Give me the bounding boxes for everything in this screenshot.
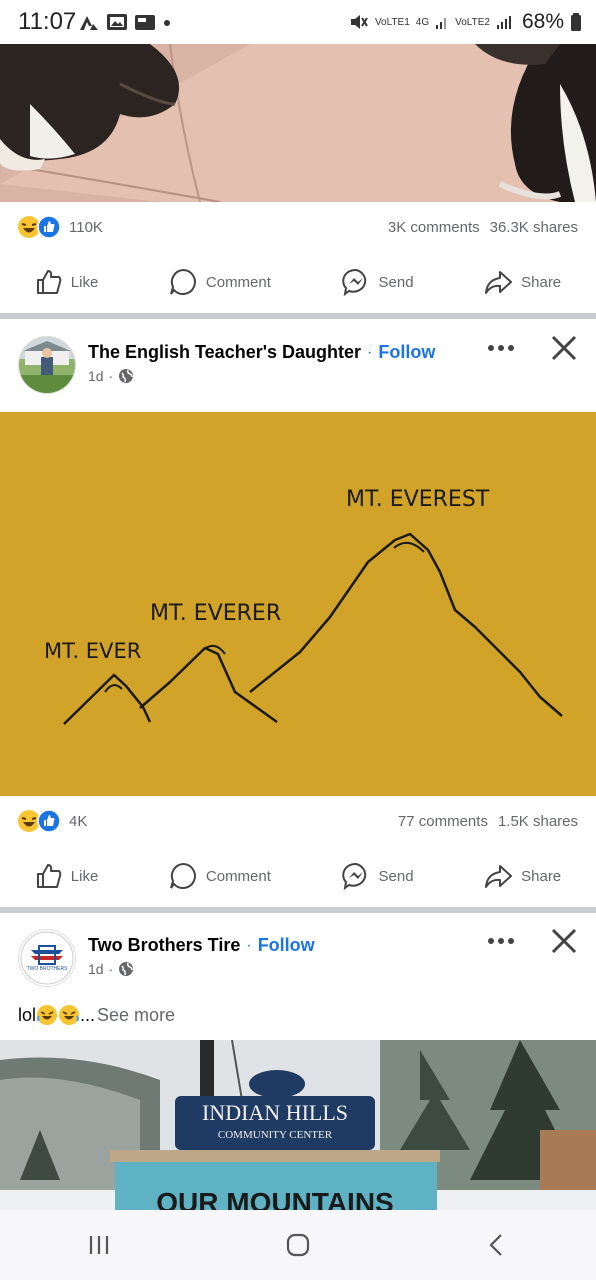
messenger-icon: [341, 268, 366, 297]
rofl-emoji-icon: [59, 1005, 80, 1025]
send-label: Send: [378, 273, 414, 291]
close-icon[interactable]: [550, 927, 578, 955]
avatar[interactable]: [18, 336, 76, 394]
share-button[interactable]: Share: [483, 862, 561, 890]
network-type-label: 4G: [415, 16, 430, 28]
reactions-count: 110K: [69, 218, 103, 236]
comment-button[interactable]: Comment: [168, 267, 271, 297]
share-icon: [485, 865, 513, 888]
like-button[interactable]: Like: [35, 862, 99, 890]
signal-1-icon: [436, 18, 447, 29]
post-caption: lol ... See more: [18, 1004, 175, 1026]
share-label: Share: [521, 273, 562, 291]
post-time: 1d: [88, 368, 104, 384]
post-actions: Like Comment Send Share: [0, 252, 596, 312]
globe-icon: [119, 962, 134, 976]
thumbs-up-icon: [36, 270, 62, 294]
status-time: 11:07: [18, 8, 77, 35]
thumbs-up-icon: [36, 864, 62, 888]
see-more-link[interactable]: See more: [97, 1005, 175, 1026]
comment-icon: [169, 862, 196, 889]
more-options-icon[interactable]: [486, 340, 516, 356]
mountain-label-1: MT. EVER: [44, 639, 141, 663]
globe-icon: [119, 369, 134, 383]
separator-dot: ·: [246, 936, 252, 954]
comments-count[interactable]: 3K comments: [388, 219, 480, 236]
shares-count[interactable]: 36.3K shares: [490, 219, 578, 236]
battery-icon: [571, 13, 581, 31]
more-options-icon[interactable]: [486, 933, 516, 949]
mountain-label-2: MT. EVERER: [150, 601, 281, 626]
share-label: Share: [521, 867, 562, 885]
author-name[interactable]: The English Teacher's Daughter: [88, 342, 361, 363]
back-icon[interactable]: [483, 1231, 511, 1259]
caption-ellipsis: ...: [80, 1004, 96, 1025]
shares-count[interactable]: 1.5K shares: [498, 813, 578, 830]
caption-text: lol: [18, 1004, 37, 1025]
share-button[interactable]: Share: [483, 268, 561, 296]
status-bar: 11:07 VoLTE1 4G VoLTE2 68%: [0, 0, 596, 44]
follow-button[interactable]: Follow: [378, 342, 435, 363]
post-header: The English Teacher's Daughter · Follow …: [0, 320, 596, 408]
avatar[interactable]: TWO BROTHERS: [18, 929, 76, 987]
post-actions: Like Comment Send Share: [0, 846, 596, 906]
post-image[interactable]: INDIAN HILLS COMMUNITY CENTER OUR MOUNTA…: [0, 1040, 596, 1210]
like-reaction-icon: [37, 215, 61, 239]
follow-button[interactable]: Follow: [258, 935, 315, 956]
messenger-icon: [341, 862, 366, 891]
rofl-emoji-icon: [37, 1005, 58, 1025]
sign-line-2: COMMUNITY CENTER: [218, 1129, 333, 1141]
network-2-label: VoLTE2: [455, 16, 490, 28]
sign-line-1: INDIAN HILLS: [202, 1100, 348, 1125]
network-1-label: VoLTE1: [374, 16, 410, 28]
battery-percent: 68%: [521, 10, 564, 33]
post-image[interactable]: MT. EVER MT. EVERER MT. EVEREST: [0, 412, 596, 796]
recent-apps-icon[interactable]: [85, 1233, 113, 1257]
close-icon[interactable]: [550, 334, 578, 362]
avatar-text: TWO BROTHERS: [27, 966, 68, 972]
author-name[interactable]: Two Brothers Tire: [88, 935, 240, 956]
post-time: 1d: [88, 961, 104, 977]
app-notification-icon: [80, 16, 98, 30]
comment-label: Comment: [205, 867, 271, 885]
like-reaction-icon: [37, 809, 61, 833]
send-label: Send: [378, 867, 414, 885]
system-nav-bar: [0, 1210, 596, 1280]
share-icon: [485, 271, 513, 294]
comment-button[interactable]: Comment: [168, 861, 271, 891]
video-player[interactable]: [0, 44, 596, 202]
mountain-label-3: MT. EVEREST: [346, 487, 490, 512]
reactions-count: 4K: [69, 812, 88, 830]
post-divider: [0, 313, 596, 319]
separator-dot: ·: [367, 343, 373, 361]
signal-2-icon: [496, 16, 511, 29]
comment-label: Comment: [205, 273, 271, 291]
post-header: TWO BROTHERS Two Brothers Tire · Follow …: [0, 913, 596, 1001]
message-notification-icon: [135, 15, 155, 30]
gallery-notification-icon: [107, 14, 127, 30]
mute-icon: [350, 15, 368, 29]
like-label: Like: [70, 867, 99, 885]
like-button[interactable]: Like: [35, 268, 99, 296]
home-icon[interactable]: [284, 1231, 312, 1259]
send-button[interactable]: Send: [341, 861, 414, 891]
like-label: Like: [70, 273, 99, 291]
comment-icon: [169, 268, 196, 295]
video-frame: [0, 44, 596, 202]
more-notifications-icon: [164, 20, 170, 26]
comments-count[interactable]: 77 comments: [398, 813, 488, 830]
marquee-text: OUR MOUNTAINS: [156, 1187, 393, 1210]
reactions-summary[interactable]: 4K 77 comments 1.5K shares: [0, 796, 596, 846]
send-button[interactable]: Send: [341, 267, 414, 297]
reactions-summary[interactable]: 110K 3K comments 36.3K shares: [0, 202, 596, 252]
